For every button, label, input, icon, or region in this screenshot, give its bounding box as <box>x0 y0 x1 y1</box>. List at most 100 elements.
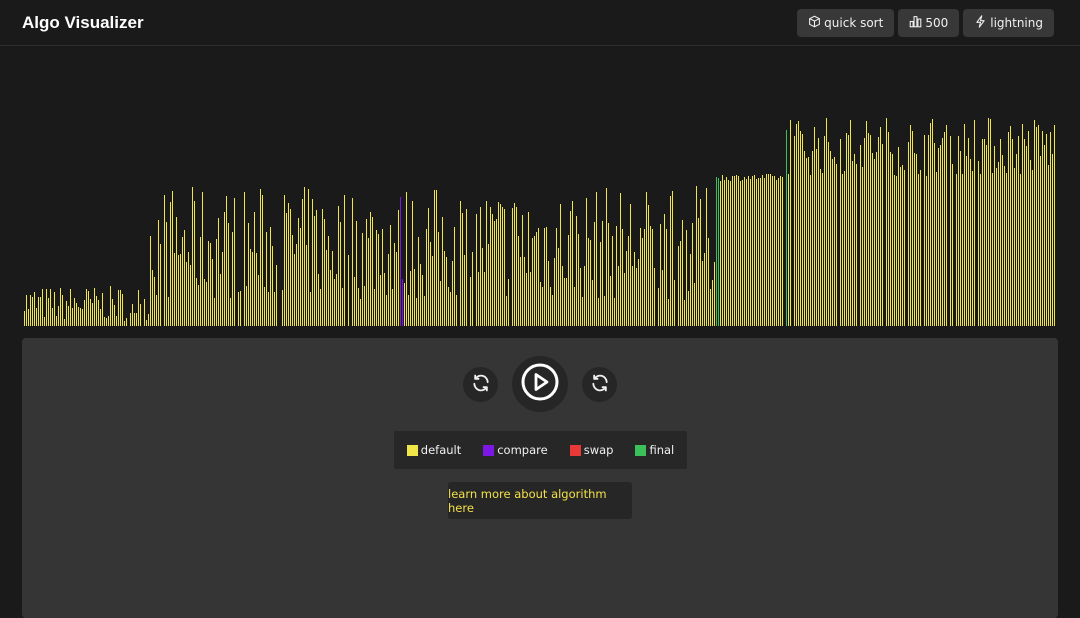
array-bar <box>202 192 203 326</box>
array-bar <box>598 298 599 326</box>
array-bar <box>366 219 367 326</box>
array-bar <box>708 238 709 326</box>
learn-more-link[interactable]: learn more about algorithm here <box>448 482 632 519</box>
array-bar <box>892 154 893 326</box>
array-bar <box>364 286 365 326</box>
array-bar <box>210 243 211 326</box>
array-bar <box>706 188 707 326</box>
array-size-button[interactable]: 500 <box>898 8 960 37</box>
array-bar <box>328 236 329 326</box>
array-bar <box>518 236 519 326</box>
array-bar <box>456 295 457 326</box>
array-bar <box>1000 139 1001 326</box>
array-bar <box>404 283 405 326</box>
array-bar <box>264 287 265 326</box>
array-bar <box>114 305 115 326</box>
array-bar <box>984 139 985 326</box>
speed-button[interactable]: lightning <box>963 8 1054 37</box>
array-bar <box>590 240 591 326</box>
array-bar <box>460 201 461 326</box>
array-bar <box>868 133 869 326</box>
legend-swatch-default <box>406 444 418 456</box>
array-bar <box>440 281 441 326</box>
array-bar <box>324 219 325 326</box>
array-bar <box>866 121 867 326</box>
array-bar <box>990 119 991 326</box>
array-bar <box>168 297 169 326</box>
array-bar <box>726 177 727 326</box>
array-bar <box>812 151 813 326</box>
array-bar <box>698 218 699 326</box>
array-bar <box>102 293 103 326</box>
array-bar <box>808 157 809 326</box>
array-bar <box>894 175 895 326</box>
array-bar <box>294 254 295 326</box>
array-bar <box>536 232 537 326</box>
array-bar <box>192 187 193 326</box>
array-bar <box>530 272 531 326</box>
legend-item-final: final <box>635 443 674 457</box>
array-bar <box>802 134 803 326</box>
array-bar <box>262 195 263 326</box>
array-bar <box>50 289 51 326</box>
array-bar <box>90 299 91 326</box>
array-bar <box>522 215 523 326</box>
array-bar <box>826 118 827 326</box>
array-bar <box>58 306 59 326</box>
array-bar <box>290 209 291 326</box>
reset-array-button[interactable] <box>463 367 498 402</box>
array-bar <box>692 223 693 326</box>
array-bar <box>184 230 185 326</box>
array-bar <box>586 198 587 326</box>
array-bar <box>356 221 357 326</box>
regenerate-button[interactable] <box>582 367 617 402</box>
array-bar <box>92 303 93 326</box>
array-bar <box>186 262 187 326</box>
array-bar <box>810 175 811 326</box>
array-bar <box>528 212 529 326</box>
array-bar <box>704 253 705 326</box>
array-bar <box>156 295 157 326</box>
array-bar <box>822 173 823 326</box>
array-bar <box>628 236 629 326</box>
array-bar <box>674 280 675 326</box>
algorithm-select-button[interactable]: quick sort <box>797 8 895 37</box>
array-bar <box>372 217 373 326</box>
array-bar <box>592 280 593 326</box>
array-bar <box>766 174 767 326</box>
array-bar <box>388 254 389 326</box>
array-bar <box>344 195 345 326</box>
array-bar <box>432 256 433 326</box>
play-button[interactable] <box>512 356 568 412</box>
array-bars-area <box>0 46 1080 328</box>
array-bar <box>1004 166 1005 326</box>
array-bar <box>384 273 385 326</box>
array-bar <box>240 291 241 326</box>
array-bar <box>428 208 429 326</box>
app-title: Algo Visualizer <box>22 12 144 32</box>
array-bar <box>248 223 249 326</box>
array-bar <box>312 199 313 326</box>
array-bar <box>938 148 939 326</box>
array-bar <box>794 136 795 326</box>
array-bar <box>368 238 369 326</box>
array-bar <box>762 175 763 326</box>
array-bar <box>116 316 117 326</box>
array-bar <box>354 277 355 326</box>
array-bar <box>158 220 159 326</box>
array-bar <box>720 181 721 326</box>
array-bar <box>552 295 553 326</box>
array-bar <box>896 176 897 326</box>
array-bar <box>276 265 277 326</box>
array-bar <box>56 316 57 326</box>
array-bar <box>1010 126 1011 326</box>
array-bar <box>1022 124 1023 326</box>
array-bar <box>270 227 271 326</box>
array-bar <box>540 282 541 326</box>
array-bar <box>960 151 961 326</box>
array-bar <box>996 168 997 326</box>
array-bar <box>390 225 391 326</box>
array-bar <box>206 282 207 326</box>
array-bar <box>502 207 503 326</box>
array-bar <box>546 227 547 326</box>
